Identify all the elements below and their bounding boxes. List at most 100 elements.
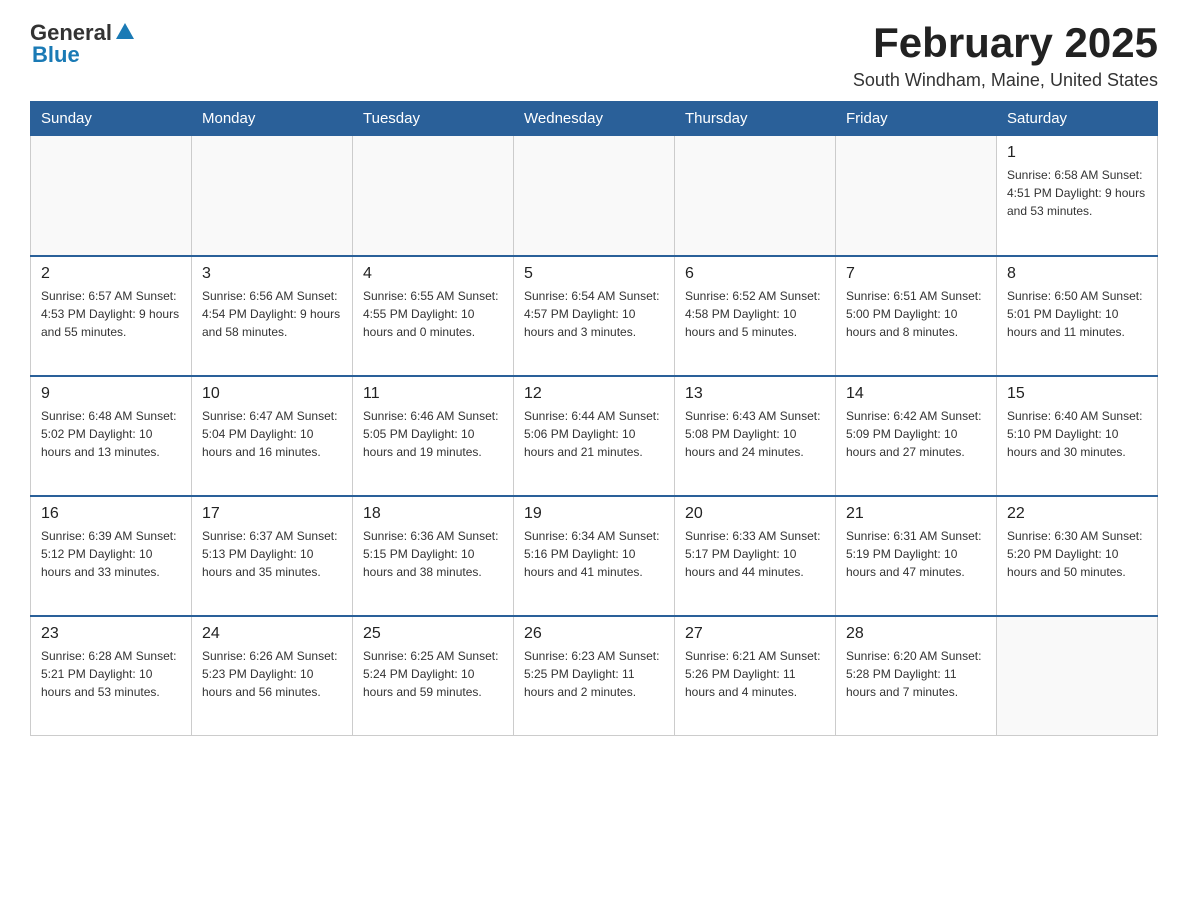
day-info: Sunrise: 6:23 AM Sunset: 5:25 PM Dayligh… <box>524 647 664 701</box>
calendar-cell <box>675 136 836 256</box>
day-info: Sunrise: 6:39 AM Sunset: 5:12 PM Dayligh… <box>41 527 181 581</box>
day-info: Sunrise: 6:34 AM Sunset: 5:16 PM Dayligh… <box>524 527 664 581</box>
day-number: 13 <box>685 385 825 403</box>
day-info: Sunrise: 6:28 AM Sunset: 5:21 PM Dayligh… <box>41 647 181 701</box>
calendar-week-row: 2 Sunrise: 6:57 AM Sunset: 4:53 PM Daylig… <box>31 256 1158 376</box>
day-number: 7 <box>846 265 986 283</box>
day-number: 26 <box>524 625 664 643</box>
day-info: Sunrise: 6:30 AM Sunset: 5:20 PM Dayligh… <box>1007 527 1147 581</box>
day-number: 23 <box>41 625 181 643</box>
calendar-cell: 19 Sunrise: 6:34 AM Sunset: 5:16 PM Dayli… <box>514 496 675 616</box>
day-number: 12 <box>524 385 664 403</box>
calendar-week-row: 23 Sunrise: 6:28 AM Sunset: 5:21 PM Dayli… <box>31 616 1158 736</box>
day-info: Sunrise: 6:43 AM Sunset: 5:08 PM Dayligh… <box>685 407 825 461</box>
day-number: 14 <box>846 385 986 403</box>
day-info: Sunrise: 6:52 AM Sunset: 4:58 PM Dayligh… <box>685 287 825 341</box>
day-number: 4 <box>363 265 503 283</box>
day-info: Sunrise: 6:54 AM Sunset: 4:57 PM Dayligh… <box>524 287 664 341</box>
day-number: 2 <box>41 265 181 283</box>
day-number: 1 <box>1007 144 1147 162</box>
day-info: Sunrise: 6:26 AM Sunset: 5:23 PM Dayligh… <box>202 647 342 701</box>
day-number: 28 <box>846 625 986 643</box>
day-info: Sunrise: 6:58 AM Sunset: 4:51 PM Dayligh… <box>1007 166 1147 220</box>
calendar-week-row: 1 Sunrise: 6:58 AM Sunset: 4:51 PM Daylig… <box>31 136 1158 256</box>
calendar-week-row: 9 Sunrise: 6:48 AM Sunset: 5:02 PM Daylig… <box>31 376 1158 496</box>
calendar-header-wednesday: Wednesday <box>514 102 675 136</box>
calendar-cell: 5 Sunrise: 6:54 AM Sunset: 4:57 PM Daylig… <box>514 256 675 376</box>
day-number: 15 <box>1007 385 1147 403</box>
calendar-cell: 24 Sunrise: 6:26 AM Sunset: 5:23 PM Dayli… <box>192 616 353 736</box>
page-header: General Blue February 2025 South Windham… <box>30 20 1158 91</box>
calendar-cell <box>353 136 514 256</box>
calendar-cell: 1 Sunrise: 6:58 AM Sunset: 4:51 PM Daylig… <box>997 136 1158 256</box>
day-number: 17 <box>202 505 342 523</box>
calendar-header-row: SundayMondayTuesdayWednesdayThursdayFrid… <box>31 102 1158 136</box>
calendar-cell: 27 Sunrise: 6:21 AM Sunset: 5:26 PM Dayli… <box>675 616 836 736</box>
calendar-cell: 3 Sunrise: 6:56 AM Sunset: 4:54 PM Daylig… <box>192 256 353 376</box>
day-number: 9 <box>41 385 181 403</box>
day-number: 5 <box>524 265 664 283</box>
calendar-cell: 10Sunrise: 6:47 AM Sunset: 5:04 PM Dayli… <box>192 376 353 496</box>
day-number: 22 <box>1007 505 1147 523</box>
logo-triangle-icon <box>114 21 136 43</box>
month-title: February 2025 <box>853 20 1158 66</box>
day-info: Sunrise: 6:20 AM Sunset: 5:28 PM Dayligh… <box>846 647 986 701</box>
calendar-header-monday: Monday <box>192 102 353 136</box>
day-info: Sunrise: 6:50 AM Sunset: 5:01 PM Dayligh… <box>1007 287 1147 341</box>
calendar-cell: 6 Sunrise: 6:52 AM Sunset: 4:58 PM Daylig… <box>675 256 836 376</box>
day-info: Sunrise: 6:31 AM Sunset: 5:19 PM Dayligh… <box>846 527 986 581</box>
day-info: Sunrise: 6:48 AM Sunset: 5:02 PM Dayligh… <box>41 407 181 461</box>
day-info: Sunrise: 6:56 AM Sunset: 4:54 PM Dayligh… <box>202 287 342 341</box>
calendar-cell: 13 Sunrise: 6:43 AM Sunset: 5:08 PM Dayli… <box>675 376 836 496</box>
day-info: Sunrise: 6:51 AM Sunset: 5:00 PM Dayligh… <box>846 287 986 341</box>
calendar-table: SundayMondayTuesdayWednesdayThursdayFrid… <box>30 101 1158 736</box>
calendar-header-saturday: Saturday <box>997 102 1158 136</box>
day-number: 10 <box>202 385 342 403</box>
calendar-cell: 14 Sunrise: 6:42 AM Sunset: 5:09 PM Dayli… <box>836 376 997 496</box>
calendar-header-tuesday: Tuesday <box>353 102 514 136</box>
calendar-cell: 28 Sunrise: 6:20 AM Sunset: 5:28 PM Dayli… <box>836 616 997 736</box>
day-info: Sunrise: 6:55 AM Sunset: 4:55 PM Dayligh… <box>363 287 503 341</box>
calendar-cell: 23 Sunrise: 6:28 AM Sunset: 5:21 PM Dayli… <box>31 616 192 736</box>
day-number: 25 <box>363 625 503 643</box>
day-number: 21 <box>846 505 986 523</box>
logo: General Blue <box>30 20 136 68</box>
calendar-cell: 4 Sunrise: 6:55 AM Sunset: 4:55 PM Daylig… <box>353 256 514 376</box>
day-number: 19 <box>524 505 664 523</box>
calendar-header-thursday: Thursday <box>675 102 836 136</box>
day-info: Sunrise: 6:40 AM Sunset: 5:10 PM Dayligh… <box>1007 407 1147 461</box>
calendar-cell: 7 Sunrise: 6:51 AM Sunset: 5:00 PM Daylig… <box>836 256 997 376</box>
calendar-cell: 25Sunrise: 6:25 AM Sunset: 5:24 PM Dayli… <box>353 616 514 736</box>
calendar-cell: 9 Sunrise: 6:48 AM Sunset: 5:02 PM Daylig… <box>31 376 192 496</box>
calendar-cell: 2 Sunrise: 6:57 AM Sunset: 4:53 PM Daylig… <box>31 256 192 376</box>
calendar-cell <box>192 136 353 256</box>
calendar-cell <box>31 136 192 256</box>
calendar-cell: 8Sunrise: 6:50 AM Sunset: 5:01 PM Daylig… <box>997 256 1158 376</box>
calendar-header-sunday: Sunday <box>31 102 192 136</box>
calendar-cell: 21 Sunrise: 6:31 AM Sunset: 5:19 PM Dayli… <box>836 496 997 616</box>
calendar-cell: 20Sunrise: 6:33 AM Sunset: 5:17 PM Dayli… <box>675 496 836 616</box>
calendar-cell: 15 Sunrise: 6:40 AM Sunset: 5:10 PM Dayli… <box>997 376 1158 496</box>
calendar-cell: 12 Sunrise: 6:44 AM Sunset: 5:06 PM Dayli… <box>514 376 675 496</box>
day-info: Sunrise: 6:42 AM Sunset: 5:09 PM Dayligh… <box>846 407 986 461</box>
calendar-cell: 11Sunrise: 6:46 AM Sunset: 5:05 PM Dayli… <box>353 376 514 496</box>
day-info: Sunrise: 6:57 AM Sunset: 4:53 PM Dayligh… <box>41 287 181 341</box>
calendar-cell: 18Sunrise: 6:36 AM Sunset: 5:15 PM Dayli… <box>353 496 514 616</box>
logo-blue-text: Blue <box>32 42 80 68</box>
day-number: 24 <box>202 625 342 643</box>
title-section: February 2025 South Windham, Maine, Unit… <box>853 20 1158 91</box>
location-title: South Windham, Maine, United States <box>853 70 1158 91</box>
day-info: Sunrise: 6:44 AM Sunset: 5:06 PM Dayligh… <box>524 407 664 461</box>
day-number: 16 <box>41 505 181 523</box>
calendar-cell: 26 Sunrise: 6:23 AM Sunset: 5:25 PM Dayli… <box>514 616 675 736</box>
day-number: 3 <box>202 265 342 283</box>
day-info: Sunrise: 6:46 AM Sunset: 5:05 PM Dayligh… <box>363 407 503 461</box>
calendar-cell <box>836 136 997 256</box>
day-info: Sunrise: 6:37 AM Sunset: 5:13 PM Dayligh… <box>202 527 342 581</box>
day-number: 27 <box>685 625 825 643</box>
day-info: Sunrise: 6:21 AM Sunset: 5:26 PM Dayligh… <box>685 647 825 701</box>
calendar-cell: 16 Sunrise: 6:39 AM Sunset: 5:12 PM Dayli… <box>31 496 192 616</box>
calendar-header-friday: Friday <box>836 102 997 136</box>
calendar-cell <box>997 616 1158 736</box>
day-number: 6 <box>685 265 825 283</box>
